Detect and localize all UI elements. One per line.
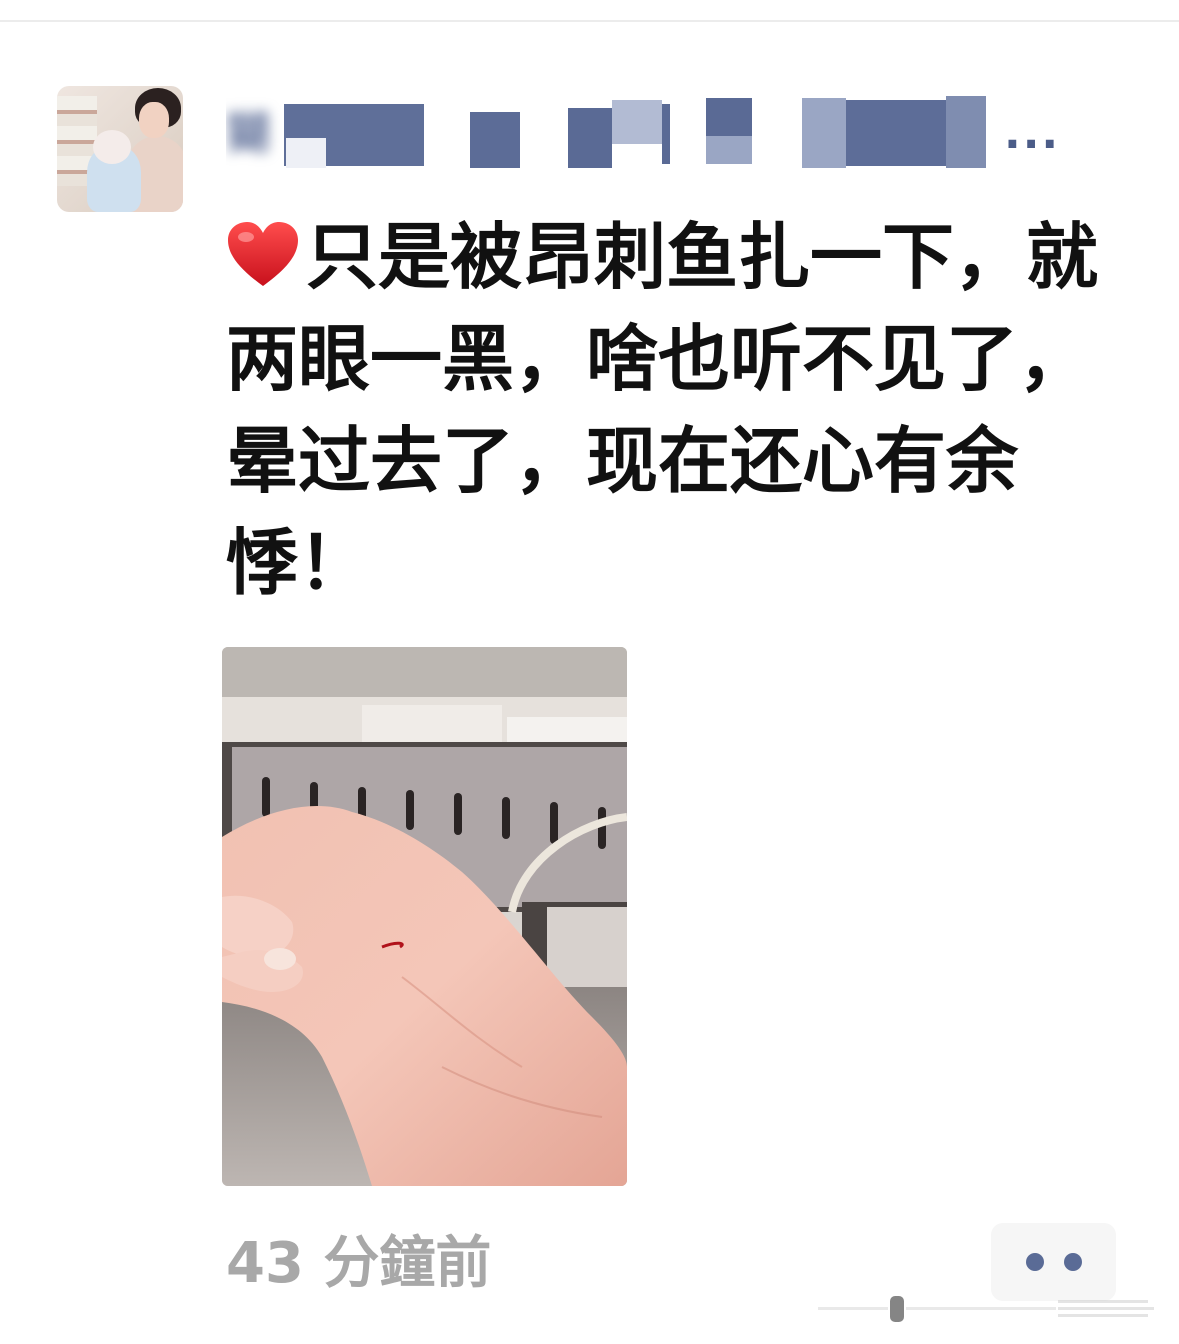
avatar[interactable] bbox=[57, 86, 183, 212]
watermark-logo bbox=[818, 1296, 1154, 1322]
post-photo[interactable] bbox=[222, 647, 627, 1186]
red-heart-icon bbox=[226, 216, 300, 288]
post-text: 只是被昂刺鱼扎一下，就 两眼一黑，啥也听不见了， 晕过去了，现在还心有余 悸！ bbox=[226, 215, 1099, 605]
username-text: 猢 bbox=[226, 108, 270, 159]
username-ellipsis: ... bbox=[1004, 108, 1061, 159]
username[interactable]: 猢 ... bbox=[226, 94, 1076, 174]
post-content: 只是被昂刺鱼扎一下，就 两眼一黑，啥也听不见了， 晕过去了，现在还心有余 悸！ bbox=[226, 206, 1126, 614]
top-divider bbox=[0, 20, 1179, 22]
more-dots-icon bbox=[1025, 1253, 1044, 1271]
post-timestamp: 43 分鐘前 bbox=[226, 1231, 492, 1296]
